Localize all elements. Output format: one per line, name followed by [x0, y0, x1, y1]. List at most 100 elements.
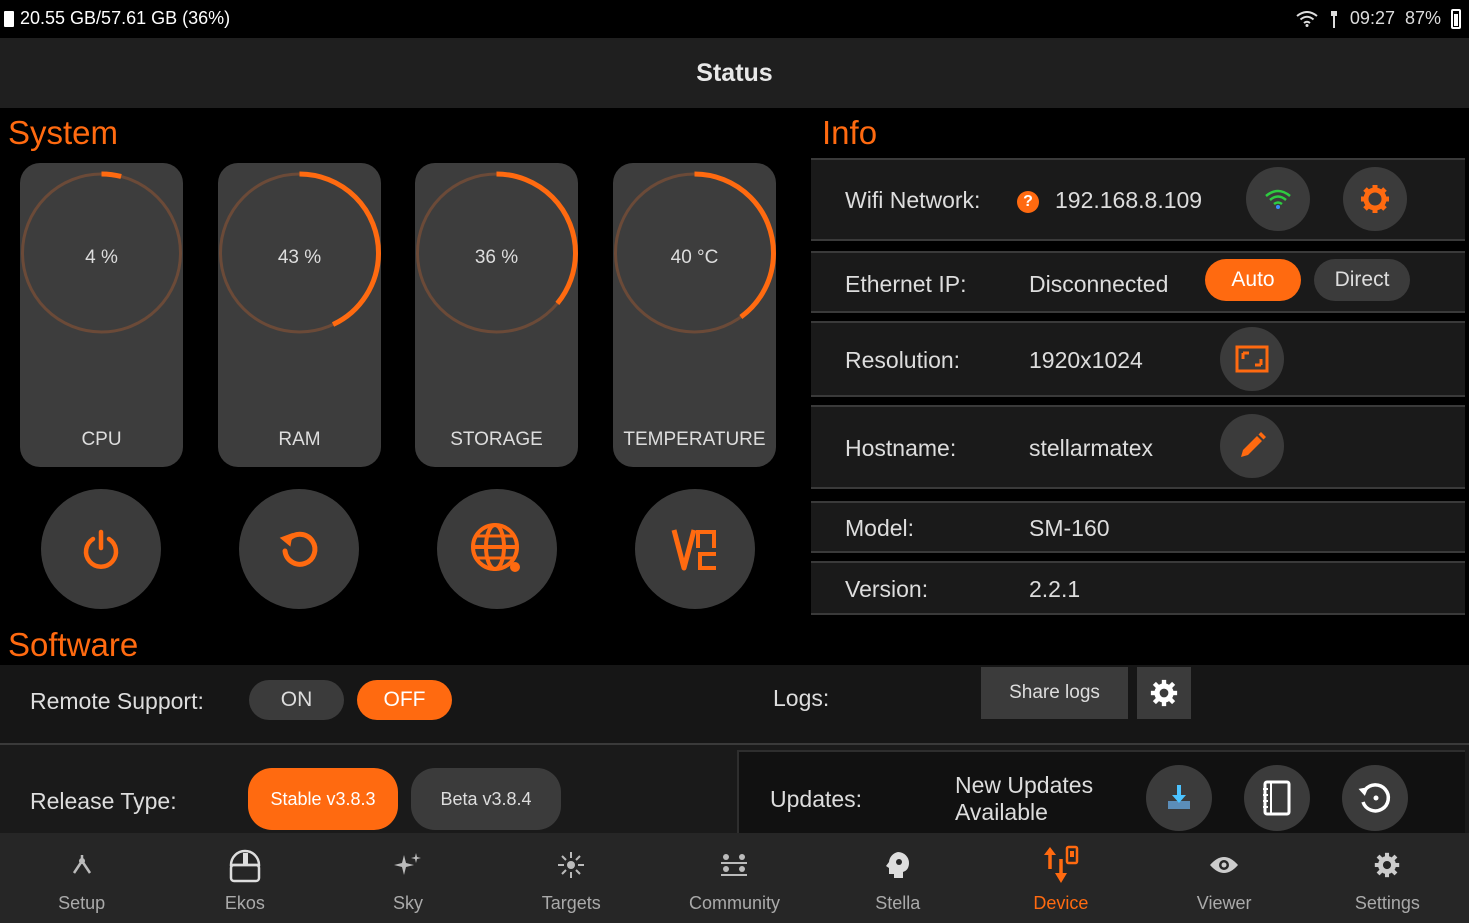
- logs-label: Logs:: [773, 685, 830, 711]
- storage-gauge-label: STORAGE: [450, 429, 543, 450]
- nav-viewer[interactable]: Viewer: [1143, 833, 1306, 923]
- nav-label: Setup: [58, 893, 106, 913]
- updates-panel: Updates: New Updates Available: [737, 750, 1465, 833]
- edit-hostname-button[interactable]: [1220, 414, 1284, 478]
- settings-icon: [1375, 852, 1400, 878]
- updates-status-line1: New Updates: [955, 772, 1094, 798]
- nav-settings[interactable]: Settings: [1306, 833, 1469, 923]
- cpu-gauge-card: 4 % CPU: [20, 163, 183, 467]
- download-icon: [1168, 785, 1190, 809]
- nav-targets[interactable]: Targets: [490, 833, 653, 923]
- download-update-button[interactable]: [1146, 765, 1212, 831]
- temperature-gauge-label: TEMPERATURE: [623, 429, 766, 450]
- remote-support-label: Remote Support:: [30, 688, 204, 714]
- sky-icon: [394, 853, 422, 875]
- restart-button[interactable]: [239, 489, 359, 609]
- software-section-title: Software: [8, 626, 139, 663]
- updates-status: New Updates Available: [955, 772, 1093, 826]
- ram-gauge-card: 43 % RAM: [218, 163, 381, 467]
- wifi-status-icon: [1296, 10, 1318, 27]
- clock: 09:27: [1349, 8, 1395, 28]
- nav-label: Ekos: [224, 893, 265, 913]
- network-button[interactable]: [437, 489, 557, 609]
- model-value: SM-160: [1029, 515, 1110, 541]
- resolution-row: Resolution: 1920x1024: [811, 321, 1465, 397]
- changelog-button[interactable]: [1244, 765, 1310, 831]
- restart-icon: [279, 531, 318, 567]
- gear-icon: [1150, 679, 1178, 707]
- nav-label: Stella: [875, 893, 921, 913]
- device-icon: [1043, 845, 1079, 883]
- storage-gauge-card: 36 % STORAGE: [415, 163, 578, 467]
- ram-gauge-label: RAM: [278, 429, 321, 450]
- pencil-icon: [1241, 432, 1266, 457]
- nav-label: Device: [1033, 893, 1089, 913]
- help-icon[interactable]: ?: [1017, 191, 1039, 213]
- vnc-button[interactable]: [635, 489, 755, 609]
- remote-support-row: Remote Support: ON OFF Logs: Share logs: [0, 665, 1469, 743]
- ethernet-value: Disconnected: [1029, 271, 1169, 297]
- version-row: Version: 2.2.1: [811, 561, 1465, 615]
- share-logs-button[interactable]: Share logs: [981, 667, 1128, 719]
- ethernet-row: Ethernet IP: Disconnected Auto Direct: [811, 251, 1465, 313]
- resolution-button[interactable]: [1220, 327, 1284, 391]
- updates-status-line2: Available: [955, 799, 1048, 825]
- network-settings-button[interactable]: [1343, 167, 1407, 231]
- history-icon: [1358, 783, 1391, 813]
- setup-icon: [72, 855, 91, 874]
- stable-release-button[interactable]: Stable v3.8.3: [248, 768, 398, 830]
- model-label: Model:: [845, 515, 915, 541]
- wifi-label: Wifi Network:: [845, 187, 981, 213]
- log-settings-button[interactable]: [1137, 667, 1191, 719]
- sd-card-icon: [4, 10, 14, 27]
- bottom-nav: Setup Ekos Sky Targets Community Stella …: [0, 833, 1469, 923]
- nav-stella[interactable]: Stella: [816, 833, 979, 923]
- vnc-icon: [671, 529, 716, 571]
- nav-device[interactable]: Device: [979, 833, 1142, 923]
- resolution-label: Resolution:: [845, 347, 961, 373]
- screen-resize-icon: [1235, 345, 1269, 373]
- wifi-button[interactable]: [1246, 167, 1310, 231]
- usb-icon: [1330, 10, 1337, 28]
- version-value: 2.2.1: [1029, 576, 1081, 602]
- battery-icon: [1451, 8, 1461, 29]
- notebook-icon: [1263, 780, 1291, 816]
- gear-icon: [1361, 185, 1389, 213]
- version-label: Version:: [845, 576, 929, 602]
- globe-icon: [471, 523, 520, 572]
- power-button[interactable]: [41, 489, 161, 609]
- nav-label: Community: [688, 893, 780, 913]
- updates-label: Updates:: [770, 786, 863, 812]
- stella-icon: [885, 852, 909, 878]
- nav-label: Targets: [541, 893, 601, 913]
- status-bar: 20.55 GB/57.61 GB (36%) 09:27 87%: [0, 0, 1469, 38]
- resolution-value: 1920x1024: [1029, 347, 1143, 373]
- wifi-row: Wifi Network: ? 192.168.8.109: [811, 158, 1465, 241]
- nav-ekos[interactable]: Ekos: [163, 833, 326, 923]
- storage-status: 20.55 GB/57.61 GB (36%): [20, 8, 231, 28]
- wifi-icon: [1265, 189, 1291, 209]
- remote-on-button[interactable]: ON: [249, 680, 344, 720]
- model-row: Model: SM-160: [811, 501, 1465, 553]
- ethernet-label: Ethernet IP:: [845, 271, 967, 297]
- nav-setup[interactable]: Setup: [0, 833, 163, 923]
- hostname-row: Hostname: stellarmatex: [811, 405, 1465, 489]
- auto-button[interactable]: Auto: [1205, 259, 1301, 301]
- community-icon: [721, 854, 748, 876]
- direct-button[interactable]: Direct: [1314, 259, 1410, 301]
- nav-label: Settings: [1354, 893, 1420, 913]
- power-icon: [83, 529, 119, 569]
- ram-gauge-value: 43 %: [277, 247, 322, 268]
- restore-button[interactable]: [1342, 765, 1408, 831]
- page-title: Status: [696, 59, 773, 87]
- beta-release-button[interactable]: Beta v3.8.4: [411, 768, 561, 830]
- nav-label: Viewer: [1196, 893, 1252, 913]
- release-type-label: Release Type:: [30, 788, 177, 814]
- hostname-value: stellarmatex: [1029, 435, 1153, 461]
- nav-sky[interactable]: Sky: [326, 833, 489, 923]
- battery-percent: 87%: [1404, 8, 1441, 28]
- remote-off-button[interactable]: OFF: [357, 680, 452, 720]
- wifi-ip-value: 192.168.8.109: [1055, 187, 1203, 213]
- storage-gauge-value: 36 %: [474, 247, 519, 268]
- nav-community[interactable]: Community: [653, 833, 816, 923]
